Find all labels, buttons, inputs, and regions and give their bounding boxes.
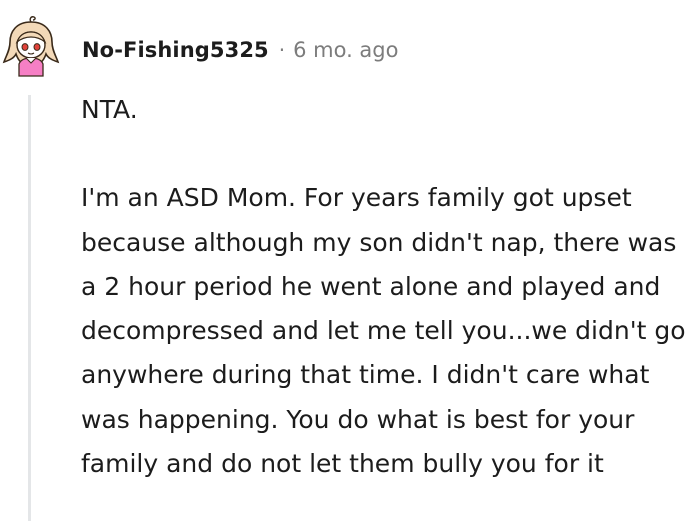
user-avatar-icon[interactable] — [2, 16, 60, 78]
comment-header: No-Fishing5325 · 6 mo. ago — [82, 34, 398, 66]
comment-timestamp[interactable]: 6 mo. ago — [293, 38, 398, 62]
username-link[interactable]: No-Fishing5325 — [82, 38, 269, 62]
thread-collapse-line[interactable] — [28, 95, 31, 521]
comment-body: NTA. I'm an ASD Mom. For years family go… — [81, 88, 693, 486]
comment-paragraph: NTA. — [81, 95, 138, 124]
comment-paragraph: I'm an ASD Mom. For years family got ups… — [81, 183, 686, 479]
comment: No-Fishing5325 · 6 mo. ago NTA. I'm an A… — [0, 0, 700, 521]
meta-separator: · — [278, 38, 286, 62]
